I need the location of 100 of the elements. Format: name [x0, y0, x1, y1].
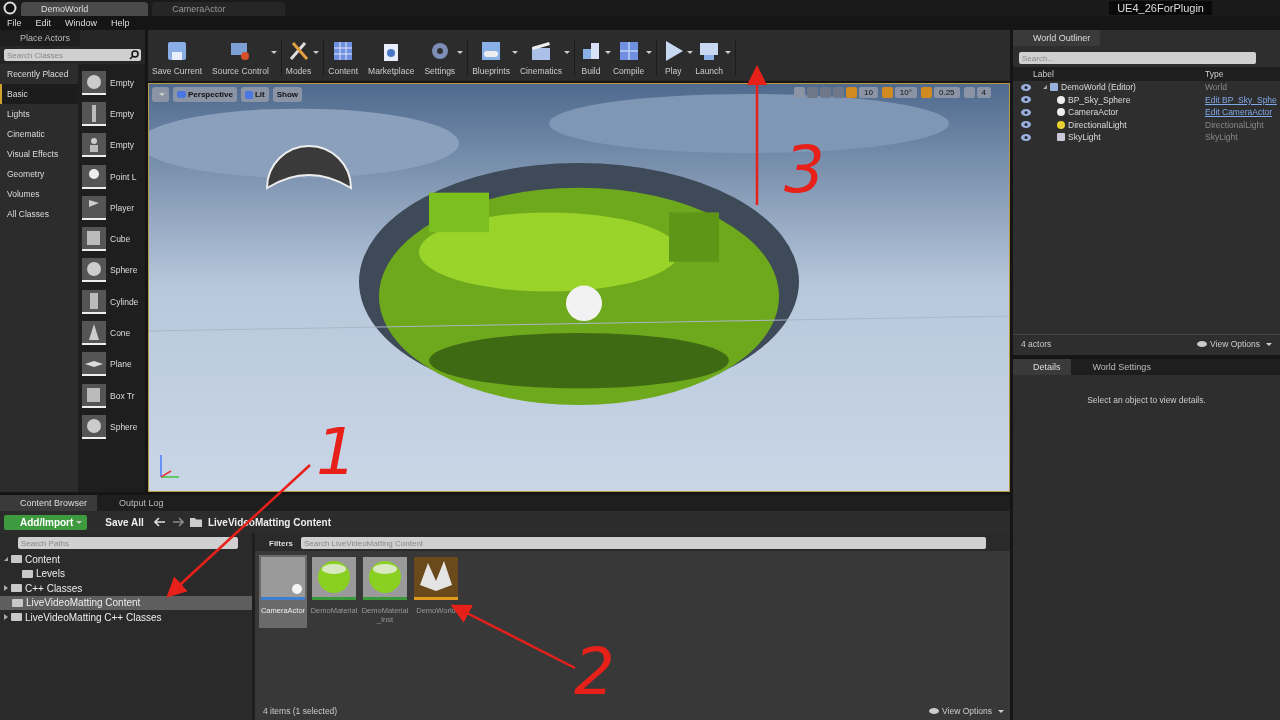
toolbar-button[interactable]: Play	[664, 66, 682, 76]
toolbar-button[interactable]: Cinematics	[519, 66, 562, 76]
sun-icon	[1057, 120, 1065, 129]
add-import-button[interactable]: Add/Import	[4, 514, 88, 530]
plane-icon[interactable]	[82, 352, 106, 377]
toolbar-button[interactable]: Build	[581, 66, 601, 76]
viewport-button[interactable]: Lit	[240, 87, 269, 102]
flag-icon[interactable]	[82, 195, 106, 220]
menu-item[interactable]: File	[7, 18, 22, 28]
toolbar-button[interactable]: Settings	[424, 66, 456, 76]
actor-label[interactable]: Sphere	[110, 421, 138, 432]
actor-label[interactable]: BP_Sky_Sphere	[1068, 94, 1131, 105]
viewport-button[interactable]: Show	[272, 87, 303, 102]
toolbar-button[interactable]: Source Control	[212, 66, 269, 76]
menu-item[interactable]: Window	[65, 18, 98, 28]
toolbar-button[interactable]: Save Current	[152, 66, 203, 76]
view-options-button[interactable]: View Options	[929, 706, 1004, 716]
view-options-button[interactable]: View Options	[1197, 339, 1272, 349]
box-icon[interactable]	[82, 383, 106, 408]
actor-label[interactable]: Empty	[110, 140, 135, 151]
caret-icon[interactable]	[564, 51, 570, 54]
pawn-icon[interactable]	[82, 133, 106, 158]
eye-icon[interactable]	[1021, 83, 1031, 91]
viewport-button[interactable]: Perspective	[173, 87, 237, 102]
annotation-number: 1	[316, 420, 357, 484]
actor-label[interactable]: Cube	[110, 234, 131, 245]
panel-tab[interactable]: World Outliner	[1013, 30, 1101, 46]
folder-item[interactable]: LiveVideoMatting C++ Classes	[0, 610, 252, 625]
type-cell-text: World	[1205, 82, 1229, 93]
back-arrow-icon[interactable]	[153, 517, 166, 527]
eye-icon[interactable]	[1021, 121, 1031, 129]
category-item[interactable]: Visual Effects	[0, 144, 78, 164]
search-icon	[129, 50, 139, 60]
actor-label[interactable]: Sphere	[110, 265, 138, 276]
actor-label[interactable]: Cylinde	[110, 296, 139, 307]
filters-button[interactable]: Filters	[259, 538, 297, 548]
folder-item[interactable]: Levels	[0, 566, 252, 581]
actor-label[interactable]: Point L	[110, 171, 137, 182]
cube-icon[interactable]	[82, 227, 106, 252]
caret-icon[interactable]	[605, 51, 611, 54]
menu-item[interactable]: Edit	[35, 18, 52, 28]
category-item[interactable]: All Classes	[0, 204, 78, 224]
toolbar-button[interactable]: Modes	[285, 66, 312, 76]
column-header[interactable]: Label	[1013, 69, 1205, 79]
actor-label[interactable]: Empty	[110, 77, 135, 88]
cylinder-icon[interactable]	[82, 289, 106, 314]
document-tab[interactable]: CameraActor	[152, 2, 286, 16]
eye-icon[interactable]	[1021, 96, 1031, 104]
cone-icon[interactable]	[82, 321, 106, 345]
snap-value[interactable]: 10°	[894, 87, 917, 98]
panel-tab[interactable]: Details	[1013, 359, 1071, 375]
eye-icon[interactable]	[1021, 108, 1031, 116]
caret-icon[interactable]	[511, 51, 518, 54]
snap-value[interactable]: 10	[858, 87, 878, 98]
toolbar-button[interactable]: Compile	[613, 66, 645, 76]
category-item[interactable]: Volumes	[0, 184, 78, 204]
category-item[interactable]: Lights	[0, 104, 78, 124]
caret-icon[interactable]	[725, 51, 732, 54]
folder-item[interactable]: Content	[0, 552, 252, 567]
forward-arrow-icon[interactable]	[171, 517, 184, 527]
folder-item[interactable]: C++ Classes	[0, 581, 252, 596]
caret-icon[interactable]	[457, 51, 464, 54]
panel-tab[interactable]: Place Actors	[0, 30, 81, 46]
light-bulb-icon[interactable]	[82, 164, 106, 189]
actor-label[interactable]: Cone	[110, 328, 131, 338]
panel-tab[interactable]: Content Browser	[0, 495, 98, 511]
toolbar-button[interactable]: Blueprints	[472, 66, 510, 76]
actor-label[interactable]: DirectionalLight	[1068, 119, 1127, 130]
mountain-icon	[414, 557, 458, 597]
caret-icon[interactable]	[313, 51, 320, 54]
save-all-button[interactable]: Save All	[93, 514, 148, 530]
caret-icon[interactable]	[646, 51, 653, 54]
search-field[interactable]: Search Classes	[4, 49, 141, 61]
eye-icon[interactable]	[1021, 133, 1031, 141]
menu-item[interactable]: Help	[111, 18, 130, 28]
actor-label[interactable]: Player	[110, 202, 135, 213]
toolbar-button[interactable]: Marketplace	[368, 66, 415, 76]
edit-link[interactable]: Edit CameraActor	[1205, 107, 1280, 118]
actor-label[interactable]: SkyLight	[1068, 132, 1101, 143]
actor-label[interactable]: Box Tr	[110, 390, 135, 401]
folder-item[interactable]: LiveVideoMatting Content	[0, 595, 252, 610]
toolbar-button[interactable]: Launch	[695, 66, 724, 76]
caret-icon[interactable]	[270, 51, 277, 54]
caret-icon[interactable]	[687, 51, 694, 54]
snap-value[interactable]: 0.25	[933, 87, 960, 98]
actor-label[interactable]: Plane	[110, 359, 132, 370]
type-cell-text: SkyLight	[1205, 132, 1239, 143]
snap-value[interactable]: 4	[976, 87, 991, 98]
column-header[interactable]: Type	[1205, 69, 1280, 79]
category-item[interactable]: Cinematic	[0, 124, 78, 144]
figure-icon[interactable]	[82, 101, 106, 126]
category-item[interactable]: Recently Placed	[0, 64, 78, 84]
toolbar-button[interactable]: Content	[328, 66, 359, 76]
category-item[interactable]: Basic	[0, 84, 78, 104]
document-tab[interactable]: DemoWorld	[21, 2, 149, 16]
actor-label[interactable]: Empty	[110, 108, 135, 119]
category-item[interactable]: Geometry	[0, 164, 78, 184]
actor-label[interactable]: DemoWorld (Editor)	[1061, 82, 1136, 93]
edit-link[interactable]: Edit BP_Sky_Sphe	[1205, 94, 1280, 105]
actor-label[interactable]: CameraActor	[1068, 107, 1119, 118]
